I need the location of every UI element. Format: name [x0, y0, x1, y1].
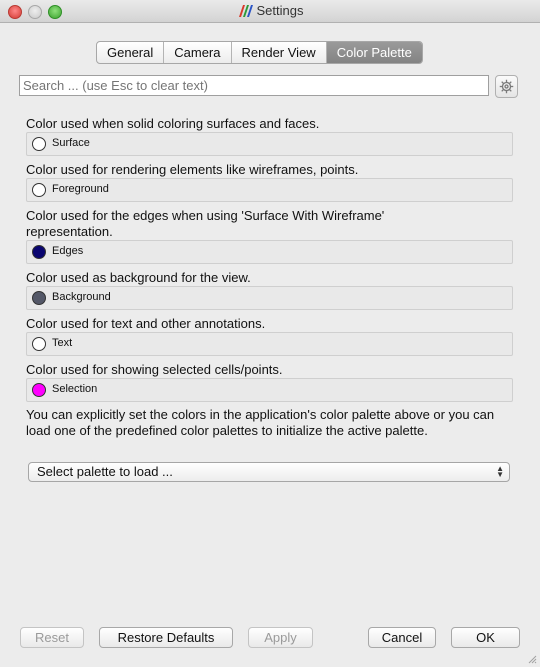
selection-color-button[interactable]: Selection [26, 378, 513, 402]
paraview-logo-icon [237, 5, 253, 20]
selection-color-description: Color used for showing selected cells/po… [26, 362, 283, 377]
tab-camera[interactable]: Camera [164, 42, 232, 63]
gear-icon [499, 79, 514, 94]
palette-select-value: Select palette to load ... [37, 464, 173, 479]
edges-color-label: Edges [52, 245, 84, 257]
settings-tabs: General Camera Render View Color Palette [96, 41, 423, 64]
reset-button[interactable]: Reset [20, 627, 84, 648]
restore-defaults-button[interactable]: Restore Defaults [99, 627, 233, 648]
tab-render-view[interactable]: Render View [232, 42, 327, 63]
foreground-color-swatch [32, 183, 46, 197]
resize-grip-icon[interactable] [527, 654, 537, 664]
foreground-color-label: Foreground [52, 183, 109, 195]
edges-color-swatch [32, 245, 46, 259]
edges-color-description: Color used for the edges when using 'Sur… [26, 208, 385, 239]
cancel-button[interactable]: Cancel [368, 627, 436, 648]
text-color-swatch [32, 337, 46, 351]
edges-color-button[interactable]: Edges [26, 240, 513, 264]
advanced-settings-button[interactable] [495, 75, 518, 98]
tab-general[interactable]: General [97, 42, 165, 63]
surface-color-label: Surface [52, 137, 90, 149]
background-color-label: Background [52, 291, 111, 303]
background-color-swatch [32, 291, 46, 305]
surface-color-description: Color used when solid coloring surfaces … [26, 116, 320, 131]
window-title: Settings [256, 3, 304, 18]
text-color-description: Color used for text and other annotation… [26, 316, 266, 331]
palette-select[interactable]: Select palette to load ... ▲ ▼ [28, 462, 510, 482]
selection-color-swatch [32, 383, 46, 397]
search-input[interactable] [19, 75, 489, 96]
ok-button[interactable]: OK [451, 627, 520, 648]
text-color-button[interactable]: Text [26, 332, 513, 356]
surface-color-swatch [32, 137, 46, 151]
surface-color-button[interactable]: Surface [26, 132, 513, 156]
selection-color-label: Selection [52, 383, 98, 395]
text-color-label: Text [52, 337, 73, 349]
palette-info-text: You can explicitly set the colors in the… [26, 407, 495, 438]
foreground-color-button[interactable]: Foreground [26, 178, 513, 202]
apply-button[interactable]: Apply [248, 627, 313, 648]
title-bar: Settings [0, 0, 540, 23]
tab-color-palette[interactable]: Color Palette [326, 42, 422, 63]
foreground-color-description: Color used for rendering elements like w… [26, 162, 359, 177]
background-color-description: Color used as background for the view. [26, 270, 251, 285]
background-color-button[interactable]: Background [26, 286, 513, 310]
select-arrows-icon: ▲ ▼ [496, 464, 504, 479]
